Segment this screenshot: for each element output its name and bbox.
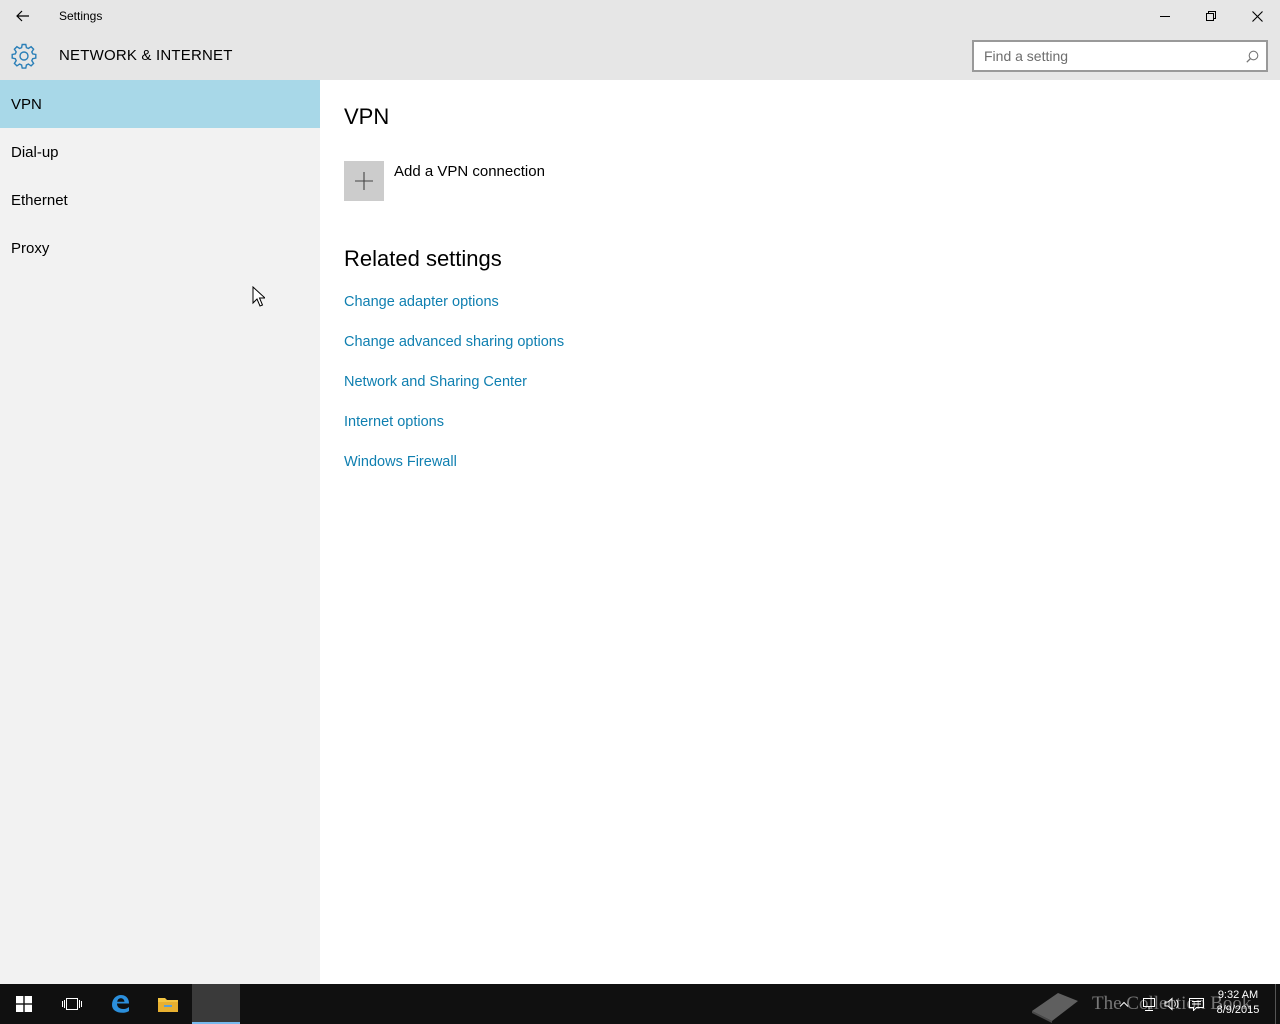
- task-view-button[interactable]: [48, 984, 96, 1024]
- restore-button[interactable]: [1188, 0, 1234, 32]
- edge-button[interactable]: [96, 984, 144, 1024]
- plus-icon: [355, 172, 373, 190]
- tray-chevron[interactable]: [1112, 984, 1136, 1024]
- gear-icon: [11, 43, 37, 69]
- page-title: VPN: [344, 104, 390, 129]
- settings-header: NETWORK & INTERNET: [0, 32, 1280, 80]
- system-tray: [1112, 984, 1208, 1024]
- tray-volume[interactable]: [1160, 984, 1184, 1024]
- sidebar-item-ethernet[interactable]: Ethernet: [0, 176, 320, 224]
- title-bar: Settings: [0, 0, 1280, 32]
- sidebar-item-label: Proxy: [11, 239, 50, 257]
- add-vpn-tile[interactable]: [344, 161, 384, 201]
- chevron-up-icon: [1119, 1001, 1129, 1007]
- add-vpn-label: Add a VPN connection: [394, 163, 545, 180]
- edge-browser-icon: [112, 995, 129, 1013]
- close-icon: [1251, 10, 1263, 22]
- sidebar-item-vpn[interactable]: VPN: [0, 80, 320, 128]
- link-change-adapter-options[interactable]: Change adapter options: [344, 293, 564, 333]
- link-internet-options[interactable]: Internet options: [344, 413, 564, 453]
- start-button[interactable]: [0, 984, 48, 1024]
- volume-icon: [1164, 997, 1179, 1011]
- search-input[interactable]: [974, 42, 1238, 70]
- network-icon: [1143, 997, 1155, 1011]
- sidebar-item-label: VPN: [11, 95, 42, 113]
- section-title: NETWORK & INTERNET: [59, 47, 233, 64]
- tray-action-center[interactable]: [1184, 984, 1208, 1024]
- sidebar: VPN Dial-up Ethernet Proxy: [0, 80, 320, 984]
- book-logo-icon: [1032, 993, 1078, 1023]
- settings-taskbar-button[interactable]: [192, 984, 240, 1024]
- sidebar-item-dial-up[interactable]: Dial-up: [0, 128, 320, 176]
- clock-time: 9:32 AM: [1217, 989, 1259, 1001]
- windows-logo-icon: [16, 996, 32, 1012]
- link-network-and-sharing-center[interactable]: Network and Sharing Center: [344, 373, 564, 413]
- link-windows-firewall[interactable]: Windows Firewall: [344, 453, 564, 493]
- message-icon: [1188, 997, 1204, 1011]
- sidebar-item-label: Ethernet: [11, 191, 68, 209]
- show-desktop-button[interactable]: [1275, 984, 1280, 1024]
- link-change-advanced-sharing-options[interactable]: Change advanced sharing options: [344, 333, 564, 373]
- close-button[interactable]: [1234, 0, 1280, 32]
- file-explorer-button[interactable]: [144, 984, 192, 1024]
- add-vpn-button[interactable]: Add a VPN connection: [344, 161, 545, 201]
- minimize-icon: [1160, 16, 1170, 17]
- tray-network[interactable]: [1136, 984, 1160, 1024]
- main-content: VPN Add a VPN connection Related setting…: [320, 80, 1280, 984]
- window-title: Settings: [59, 9, 103, 23]
- related-links: Change adapter options Change advanced s…: [344, 293, 564, 493]
- task-view-icon: [62, 998, 82, 1010]
- taskbar: The Collection Book 9:32 AM 8/9/2015: [0, 984, 1280, 1024]
- search-box[interactable]: [972, 40, 1268, 72]
- clock-date: 8/9/2015: [1216, 1004, 1260, 1016]
- folder-icon: [158, 998, 178, 1012]
- back-button[interactable]: [0, 0, 46, 32]
- restore-icon: [1206, 11, 1216, 21]
- related-settings-heading: Related settings: [344, 246, 502, 271]
- window-controls: [1142, 0, 1280, 32]
- sidebar-item-label: Dial-up: [11, 143, 59, 161]
- back-arrow-icon: [16, 10, 29, 22]
- clock[interactable]: 9:32 AM 8/9/2015: [1210, 988, 1266, 1018]
- search-icon[interactable]: [1238, 42, 1266, 70]
- minimize-button[interactable]: [1142, 0, 1188, 32]
- sidebar-item-proxy[interactable]: Proxy: [0, 224, 320, 272]
- mouse-cursor-icon: [252, 286, 265, 307]
